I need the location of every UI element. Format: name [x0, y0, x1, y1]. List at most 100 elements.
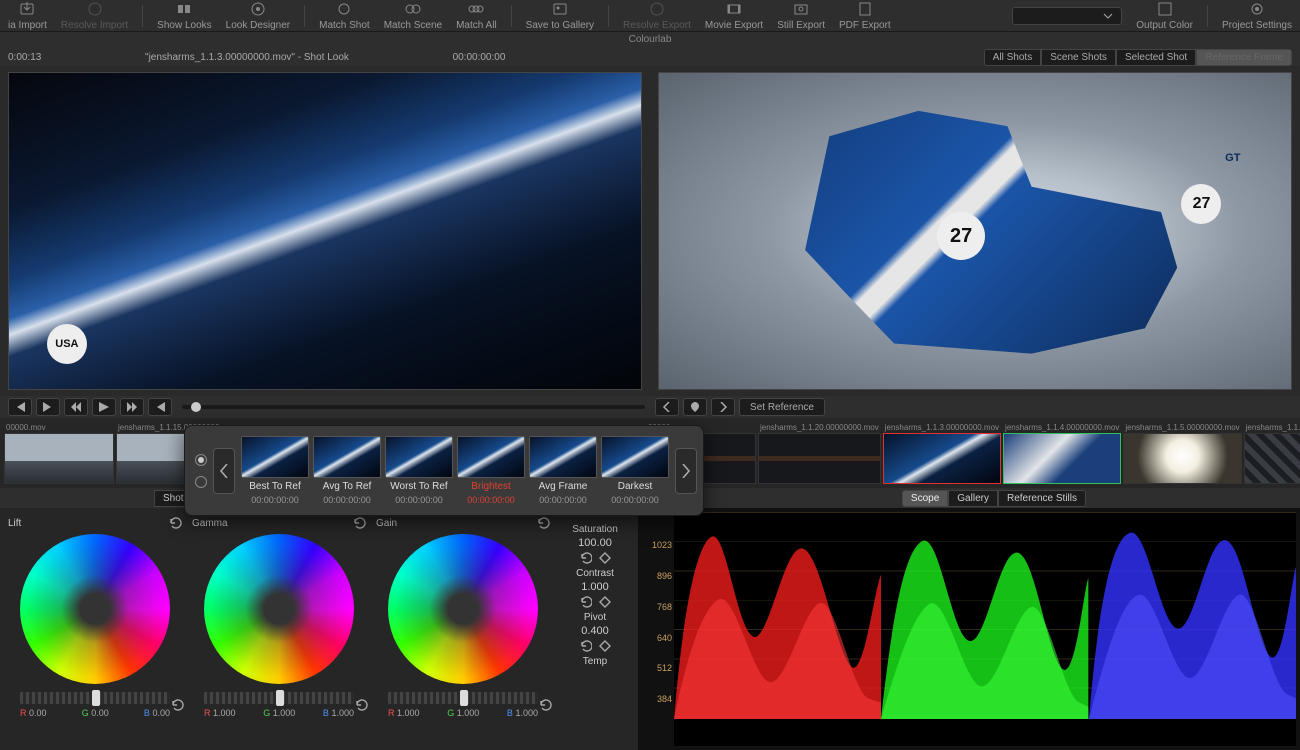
- ref-option-label: Worst To Ref: [390, 481, 447, 492]
- clip-thumbnail[interactable]: jensharms_1.1.20.00000000.mov: [758, 422, 881, 484]
- tab-reference-stills[interactable]: Reference Stills: [998, 490, 1086, 507]
- pdf-export-button[interactable]: PDF Export: [839, 0, 891, 31]
- reset-icon[interactable]: [352, 516, 366, 530]
- ref-option-label: Brightest: [471, 481, 510, 492]
- to-start-button[interactable]: [8, 398, 32, 416]
- clip-thumbnail[interactable]: 00000.mov: [4, 422, 114, 484]
- set-reference-button[interactable]: Set Reference: [739, 398, 825, 416]
- popup-radio-timecode[interactable]: [195, 476, 207, 488]
- gain-wheel-group: Gain R 1.000 G 1.000 B 1.000: [372, 516, 554, 746]
- marker-button[interactable]: [683, 398, 707, 416]
- tab-scope[interactable]: Scope: [902, 490, 948, 507]
- ref-option[interactable]: Brightest 00:00:00:00: [457, 436, 525, 505]
- to-end-button[interactable]: [36, 398, 60, 416]
- scope-graph[interactable]: [674, 512, 1296, 746]
- popup-prev-button[interactable]: [213, 448, 235, 494]
- lift-master-slider[interactable]: [20, 692, 170, 704]
- clip-filename: jensharms_1.1.4.00000000.mov: [1003, 422, 1121, 433]
- gain-master-slider[interactable]: [388, 692, 538, 704]
- still-export-button[interactable]: Still Export: [777, 0, 825, 31]
- pill-all-shots[interactable]: All Shots: [984, 49, 1041, 66]
- match-all-button[interactable]: Match All: [456, 0, 497, 31]
- reset-icon[interactable]: [354, 698, 368, 712]
- ref-option-label: Darkest: [618, 481, 652, 492]
- gamma-values: R 1.000 G 1.000 B 1.000: [204, 708, 354, 718]
- clip-filename: jensharms_1.1.20.00000000.mov: [758, 422, 881, 433]
- reset-icon[interactable]: [170, 698, 184, 712]
- look-designer-button[interactable]: Look Designer: [226, 0, 290, 31]
- clip-thumbnail[interactable]: jensharms_1.1.4.00000000.mov: [1003, 422, 1121, 484]
- gamma-master-slider[interactable]: [204, 692, 354, 704]
- scope-tick: 768: [644, 602, 672, 612]
- resolve-import-button[interactable]: Resolve Import: [61, 0, 128, 31]
- project-settings-button[interactable]: Project Settings: [1222, 0, 1292, 31]
- ref-option-timecode: 00:00:00:00: [395, 495, 443, 505]
- gt-badge: GT: [1225, 152, 1240, 164]
- reset-icon[interactable]: [579, 639, 592, 652]
- clip-thumbnail[interactable]: jensharms_1.1.5.00000000.mov: [1123, 422, 1241, 484]
- left-viewer[interactable]: USA: [0, 66, 650, 396]
- pdf-icon: [856, 0, 874, 18]
- pivot-value[interactable]: 0.400: [581, 625, 609, 637]
- right-viewer[interactable]: 27 27 GT: [650, 66, 1300, 396]
- forward-button[interactable]: [120, 398, 144, 416]
- reset-icon[interactable]: [538, 698, 552, 712]
- rgb-parade: [674, 512, 1296, 746]
- reset-icon[interactable]: [579, 595, 592, 608]
- ref-option-timecode: 00:00:00:00: [467, 495, 515, 505]
- ref-option[interactable]: Avg To Ref00:00:00:00: [313, 436, 381, 505]
- ref-option[interactable]: Darkest00:00:00:00: [601, 436, 669, 505]
- right-viewer-image: 27 27 GT: [659, 73, 1291, 389]
- pill-scene-shots[interactable]: Scene Shots: [1041, 49, 1116, 66]
- resolve-import-icon: [86, 0, 104, 18]
- ref-option[interactable]: Worst To Ref 00:00:00:00: [385, 436, 453, 505]
- media-import-button[interactable]: ia Import: [8, 0, 47, 31]
- resolve-export-button[interactable]: Resolve Export: [623, 0, 691, 31]
- movie-export-button[interactable]: Movie Export: [705, 0, 763, 31]
- reset-icon[interactable]: [536, 516, 550, 530]
- match-scene-button[interactable]: Match Scene: [384, 0, 442, 31]
- still-icon: [792, 0, 810, 18]
- show-looks-button[interactable]: Show Looks: [157, 0, 211, 31]
- color-wheels-panel: Lift R 0.00 G 0.00 B 0.00 Gamma R 1.000 …: [0, 508, 638, 750]
- designer-icon: [249, 0, 267, 18]
- match-scene-icon: [404, 0, 422, 18]
- output-dropdown[interactable]: [1012, 7, 1122, 25]
- keyframe-icon[interactable]: [598, 595, 611, 608]
- temp-label: Temp: [583, 656, 607, 667]
- keyframe-icon[interactable]: [598, 551, 611, 564]
- save-gallery-button[interactable]: Save to Gallery: [526, 0, 594, 31]
- play-button[interactable]: [92, 398, 116, 416]
- pill-selected-shot[interactable]: Selected Shot: [1116, 49, 1196, 66]
- next-button[interactable]: [711, 398, 735, 416]
- timeline-slider[interactable]: [182, 405, 645, 409]
- popup-radio-images[interactable]: [195, 454, 207, 466]
- gain-wheel[interactable]: [388, 534, 538, 684]
- keyframe-icon[interactable]: [598, 639, 611, 652]
- tab-gallery[interactable]: Gallery: [948, 490, 998, 507]
- reset-icon[interactable]: [168, 516, 182, 530]
- contrast-value[interactable]: 1.000: [581, 581, 609, 593]
- gear-icon: [1248, 0, 1266, 18]
- chevron-left-icon: [662, 402, 672, 412]
- saturation-value[interactable]: 100.00: [578, 537, 612, 549]
- prev-button[interactable]: [655, 398, 679, 416]
- output-color-button[interactable]: Output Color: [1136, 0, 1193, 31]
- gamma-wheel[interactable]: [204, 534, 354, 684]
- ref-option-timecode: 00:00:00:00: [323, 495, 371, 505]
- loop-button[interactable]: [148, 398, 172, 416]
- pill-reference-frame[interactable]: Reference Frame: [1196, 49, 1292, 66]
- lift-wheel[interactable]: [20, 534, 170, 684]
- clip-thumbnail[interactable]: jensharms_1.1.3.00000000.mov: [883, 422, 1001, 484]
- match-shot-button[interactable]: Match Shot: [319, 0, 370, 31]
- popup-next-button[interactable]: [675, 448, 697, 494]
- ref-option-timecode: 00:00:00:00: [251, 495, 299, 505]
- lift-values: R 0.00 G 0.00 B 0.00: [20, 708, 170, 718]
- reset-icon[interactable]: [579, 551, 592, 564]
- lift-label: Lift: [8, 518, 21, 529]
- ref-option[interactable]: Best To Ref00:00:00:00: [241, 436, 309, 505]
- reference-mode-pills: All Shots Scene Shots Selected Shot Refe…: [984, 49, 1292, 66]
- ref-option[interactable]: Avg Frame00:00:00:00: [529, 436, 597, 505]
- rewind-button[interactable]: [64, 398, 88, 416]
- clip-thumbnail[interactable]: jensharms_1.1.6: [1244, 422, 1300, 484]
